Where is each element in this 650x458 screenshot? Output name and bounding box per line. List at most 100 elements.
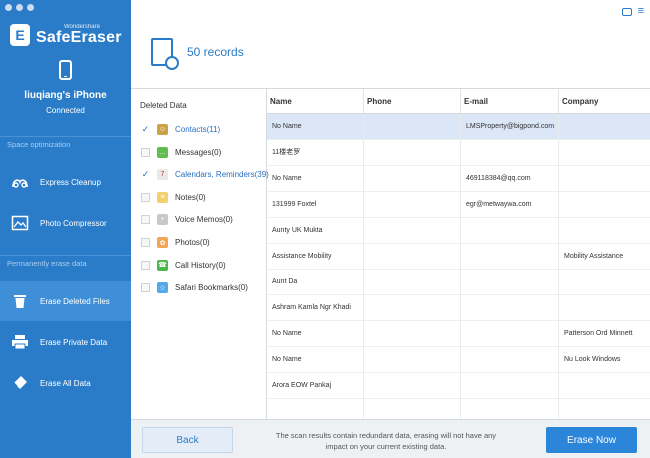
cell-company xyxy=(559,399,650,419)
table-row[interactable]: Arora EOW Pankaj xyxy=(267,373,650,399)
checkbox[interactable] xyxy=(141,147,150,157)
back-button[interactable]: Back xyxy=(142,427,233,453)
cell-phone xyxy=(364,398,461,419)
category-label: Photos(0) xyxy=(175,238,210,247)
brand-logo-icon: E xyxy=(10,24,30,46)
cell-phone xyxy=(364,191,461,217)
cell-name: Aunt Da xyxy=(267,269,364,295)
sidebar-item-erase-deleted-files[interactable]: Erase Deleted Files xyxy=(0,281,131,321)
divider xyxy=(0,136,131,137)
category-label: Contacts(11) xyxy=(175,125,221,134)
sidebar-item-label: Erase Private Data xyxy=(40,337,108,347)
brand-vendor: Wondershare xyxy=(64,24,100,30)
category-item[interactable]: ☎ Call History(0) xyxy=(141,259,226,271)
table-row[interactable]: Assistance Mobility Mobility Assistance xyxy=(267,243,650,270)
cell-name: No Name xyxy=(267,114,364,139)
table-row[interactable]: Aunt Da xyxy=(267,269,650,296)
cell-email: LMSProperty@bigpond.com xyxy=(461,114,559,139)
table-row[interactable]: No Name Nu Look Windows xyxy=(267,347,650,374)
close-window-button[interactable] xyxy=(5,4,12,11)
category-item[interactable]: • Voice Memos(0) xyxy=(141,214,233,226)
cell-company xyxy=(559,373,650,398)
cell-phone xyxy=(364,165,461,191)
column-header-email[interactable]: E-mail xyxy=(461,89,559,113)
cell-company: Nu Look Windows xyxy=(564,356,621,364)
category-item[interactable]: ✿ Photos(0) xyxy=(141,237,210,248)
cell-name: Ashram Kamla Ngr Khadi xyxy=(267,295,364,321)
table-row[interactable]: No Name 469118384@qq.com xyxy=(267,165,650,192)
checkbox-checked[interactable]: ✓ xyxy=(141,124,150,134)
category-panel-title: Deleted Data xyxy=(140,101,187,110)
column-header-company[interactable]: Company xyxy=(559,89,650,113)
column-header-name[interactable]: Name xyxy=(267,89,364,113)
sidebar-item-erase-all-data[interactable]: Erase All Data xyxy=(0,363,131,403)
category-item[interactable]: … Messages(0) xyxy=(141,146,221,158)
category-item[interactable]: ✓ ☺ Contacts(11) xyxy=(141,124,220,135)
category-item[interactable]: ✓ 7 Calendars, Reminders(39) xyxy=(141,169,269,181)
checkbox[interactable] xyxy=(141,283,150,293)
cell-phone xyxy=(364,114,461,139)
category-label: Voice Memos(0) xyxy=(175,215,233,225)
menu-icon[interactable]: ≡ xyxy=(638,6,644,17)
table-row[interactable]: 11楼老罗 xyxy=(267,139,650,166)
messages-icon: … xyxy=(157,146,168,158)
category-item[interactable]: ≡ Notes(0) xyxy=(141,191,206,203)
category-item[interactable]: ☆ Safari Bookmarks(0) xyxy=(141,282,248,294)
cell-company: Patterson Ord Minnett xyxy=(564,330,633,338)
redundancy-notice: The scan results contain redundant data,… xyxy=(275,431,497,451)
category-label: Safari Bookmarks(0) xyxy=(175,283,248,293)
cell-phone xyxy=(364,295,461,321)
cell-email xyxy=(461,347,559,373)
sidebar-item-label: Photo Compressor xyxy=(40,218,107,228)
sidebar-item-express-cleanup[interactable]: Express Cleanup xyxy=(0,162,131,202)
table-row[interactable]: Ashram Kamla Ngr Khadi xyxy=(267,295,650,322)
sidebar-item-erase-private-data[interactable]: Erase Private Data xyxy=(0,322,131,362)
checkbox[interactable] xyxy=(141,238,150,247)
cell-name: Aunty UK Mukta xyxy=(267,217,364,243)
express-cleanup-icon xyxy=(11,174,29,190)
safari-icon: ☆ xyxy=(157,282,168,294)
minimize-window-button[interactable] xyxy=(16,4,23,11)
checkbox[interactable] xyxy=(141,260,150,270)
contacts-icon: ☺ xyxy=(157,124,168,135)
sidebar-item-photo-compressor[interactable]: Photo Compressor xyxy=(0,203,131,243)
device-info: liuqiang's iPhone Connected xyxy=(0,60,131,115)
table-row[interactable] xyxy=(267,398,650,419)
cell-phone xyxy=(364,269,461,295)
cell-name: No Name xyxy=(267,165,364,191)
table-row[interactable]: 131999 Foxtel egr@metwaywa.com xyxy=(267,191,650,218)
call-history-icon: ☎ xyxy=(157,259,168,271)
cell-email xyxy=(461,217,559,243)
cell-name: 11楼老罗 xyxy=(267,139,364,165)
cell-phone xyxy=(364,139,461,165)
cell-email xyxy=(461,139,559,165)
cell-name: Assistance Mobility xyxy=(267,243,364,269)
erase-now-button[interactable]: Erase Now xyxy=(546,427,637,453)
cell-phone xyxy=(364,243,461,269)
checkbox-checked[interactable]: ✓ xyxy=(141,169,150,179)
top-toolbar: ≡ xyxy=(621,6,644,17)
cell-email xyxy=(461,295,559,321)
cell-phone xyxy=(364,217,461,243)
table-header: Name Phone E-mail Company xyxy=(267,89,650,114)
phone-icon xyxy=(59,60,72,80)
cell-name: No Name xyxy=(267,321,364,347)
sidebar-item-label: Erase Deleted Files xyxy=(40,296,110,306)
zoom-window-button[interactable] xyxy=(27,4,34,11)
section-label-optimization: Space optimization xyxy=(7,140,71,149)
feedback-icon[interactable] xyxy=(621,8,632,16)
cell-company xyxy=(559,140,650,165)
table-row[interactable]: No Name Patterson Ord Minnett xyxy=(267,321,650,348)
notes-icon: ≡ xyxy=(157,191,168,203)
table-row[interactable]: No Name LMSProperty@bigpond.com xyxy=(267,114,650,140)
cell-company xyxy=(559,192,650,217)
checkbox[interactable] xyxy=(141,215,150,225)
cell-name: No Name xyxy=(267,347,364,373)
checkbox[interactable] xyxy=(141,192,150,202)
brand: E Wondershare SafeEraser xyxy=(10,24,122,46)
category-label: Calendars, Reminders(39) xyxy=(175,170,269,180)
table-row[interactable]: Aunty UK Mukta xyxy=(267,217,650,244)
column-header-phone[interactable]: Phone xyxy=(364,89,461,113)
cell-company xyxy=(559,269,650,294)
cell-company: Mobility Assistance xyxy=(564,252,624,260)
